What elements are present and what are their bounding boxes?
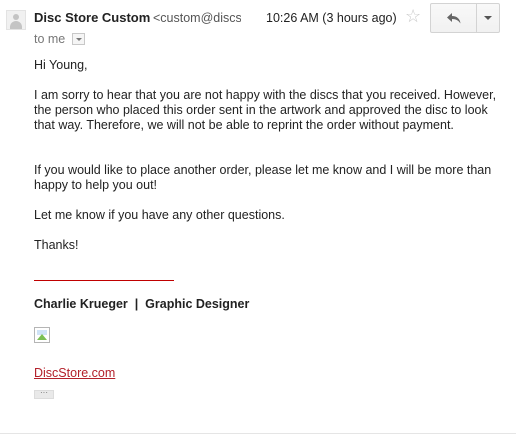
reply-button-group: [430, 3, 500, 33]
more-actions-button[interactable]: [477, 4, 499, 32]
star-icon[interactable]: ☆: [405, 6, 421, 26]
sender-name[interactable]: Disc Store Custom: [34, 10, 150, 25]
sender-avatar: [6, 10, 26, 30]
chevron-down-icon: [75, 37, 82, 41]
message-closing: Thanks!: [34, 238, 79, 252]
message-greeting: Hi Young,: [34, 58, 88, 72]
signature-divider: [34, 280, 174, 281]
message-timestamp: 10:26 AM (3 hours ago): [266, 11, 397, 25]
sender-email: <custom@discstore.com>: [153, 11, 241, 25]
divider: [0, 433, 516, 434]
reply-icon: [446, 12, 460, 23]
message-paragraph: Let me know if you have any other questi…: [34, 208, 285, 222]
message-paragraph: I am sorry to hear that you are not happ…: [34, 88, 497, 132]
message-paragraph: If you would like to place another order…: [34, 163, 492, 192]
recipient-label: to me: [34, 32, 66, 46]
signature-name-title: Charlie Krueger | Graphic Designer: [34, 297, 250, 311]
show-trimmed-content-button[interactable]: ···: [34, 389, 54, 399]
show-details-button[interactable]: [72, 33, 85, 45]
broken-image-icon: [34, 327, 50, 343]
reply-button[interactable]: [431, 4, 477, 32]
chevron-down-icon: [484, 16, 492, 20]
website-link[interactable]: DiscStore.com: [34, 366, 115, 380]
